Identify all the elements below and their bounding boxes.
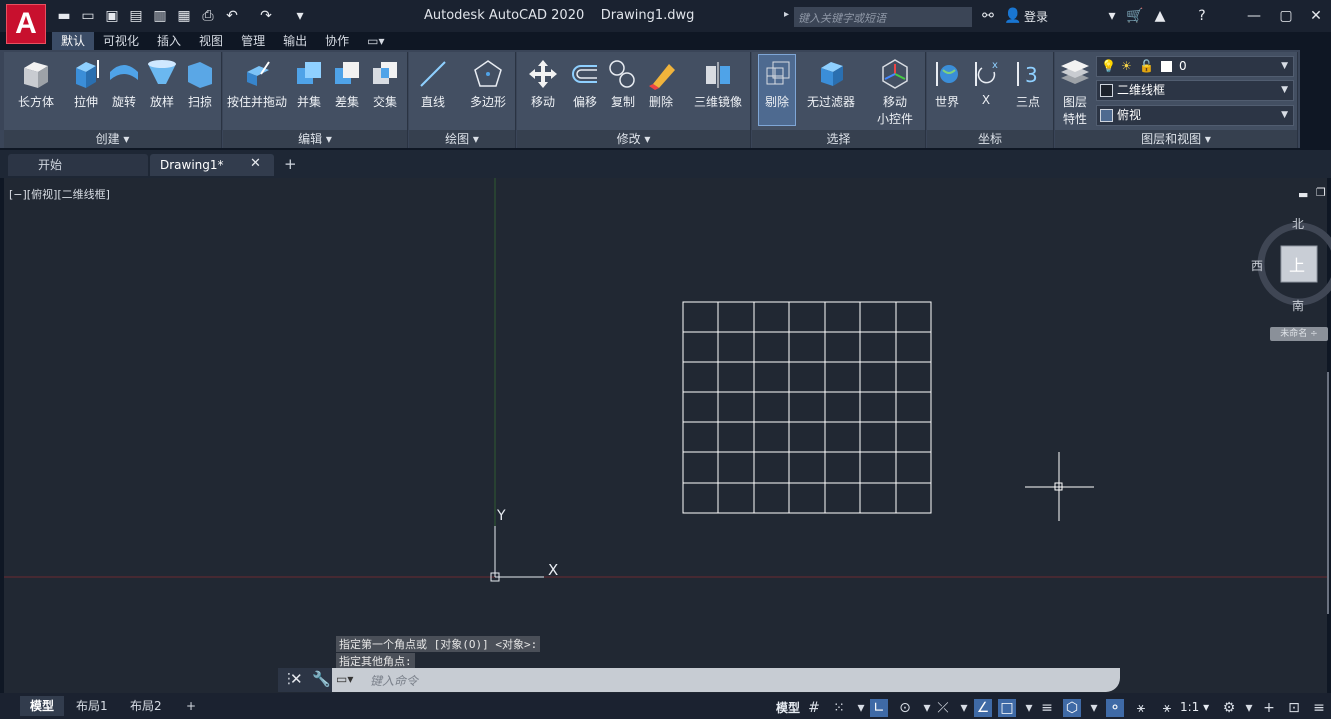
snap-icon[interactable]: ⁙ (830, 699, 848, 717)
model-space-button[interactable]: 模型 (776, 699, 800, 716)
grid-rectangles (682, 301, 932, 514)
grid-outline (682, 301, 932, 514)
command-history-line-1: 指定第一个角点或 [对象(O)] <对象>: (336, 636, 541, 652)
crosshair-cursor (1025, 452, 1094, 521)
annotation-monitor-icon[interactable]: + (1260, 699, 1278, 717)
annotation-scale-icon[interactable]: ⚹ (1158, 699, 1176, 717)
isodraft-dropdown-icon[interactable]: ▾ (955, 699, 973, 717)
isodraft-icon[interactable]: ⤫ (934, 699, 952, 717)
workspace-gear-icon[interactable]: ⚙ (1220, 699, 1238, 717)
viewcube-north[interactable]: 北 (1292, 215, 1304, 232)
viewport-scroll-indicator (1327, 372, 1329, 614)
command-input[interactable]: 键入命令 (370, 672, 418, 689)
ortho-icon[interactable]: ∟ (870, 699, 888, 717)
workspace-dropdown-icon[interactable]: ▾ (1240, 699, 1258, 717)
polar-icon[interactable]: ⊙ (896, 699, 914, 717)
selection-cycling-icon[interactable]: ⬡ (1063, 699, 1081, 717)
layout-tab-layout2[interactable]: 布局2 (120, 696, 172, 716)
ucs-x-label: X (548, 561, 559, 579)
auto-scale-icon[interactable]: ⚹ (1132, 699, 1150, 717)
command-prompt-icon[interactable]: ▭▾ (336, 672, 353, 686)
add-layout-plus-icon[interactable]: + (176, 696, 206, 716)
viewcube-west[interactable]: 西 (1251, 257, 1263, 274)
command-line[interactable] (332, 668, 1120, 692)
grid-icon[interactable]: # (805, 699, 823, 717)
command-history-line-2: 指定其他角点: (336, 653, 415, 669)
cycling-dropdown-icon[interactable]: ▾ (1085, 699, 1103, 717)
object-snap-tracking-icon[interactable]: ∠ (974, 699, 992, 717)
ucs-y-label: Y (497, 508, 506, 524)
viewcube-top-face[interactable]: 上 (1289, 252, 1305, 276)
snap-dropdown-icon[interactable]: ▾ (852, 699, 870, 717)
annotation-visibility-icon[interactable]: ⚬ (1106, 699, 1124, 717)
object-snap-icon[interactable]: □ (998, 699, 1016, 717)
customize-wrench-icon[interactable]: 🔧 (312, 670, 331, 688)
scale-dropdown[interactable]: 1:1 ▾ (1180, 700, 1209, 714)
units-icon[interactable]: ⊡ (1285, 699, 1303, 717)
viewcube-south[interactable]: 南 (1292, 297, 1304, 314)
ucs-icon (490, 526, 544, 582)
command-close-icon[interactable]: ✕ (290, 670, 303, 688)
customization-menu-icon[interactable]: ≡ (1310, 699, 1328, 717)
wcs-menu[interactable]: 未命名 ÷ (1270, 327, 1328, 341)
layout-tab-model[interactable]: 模型 (20, 696, 65, 716)
drawing-svg (4, 178, 1331, 582)
osnap-dropdown-icon[interactable]: ▾ (1020, 699, 1038, 717)
layout-tab-layout1[interactable]: 布局1 (66, 696, 118, 716)
lineweight-icon[interactable]: ≡ (1038, 699, 1056, 717)
